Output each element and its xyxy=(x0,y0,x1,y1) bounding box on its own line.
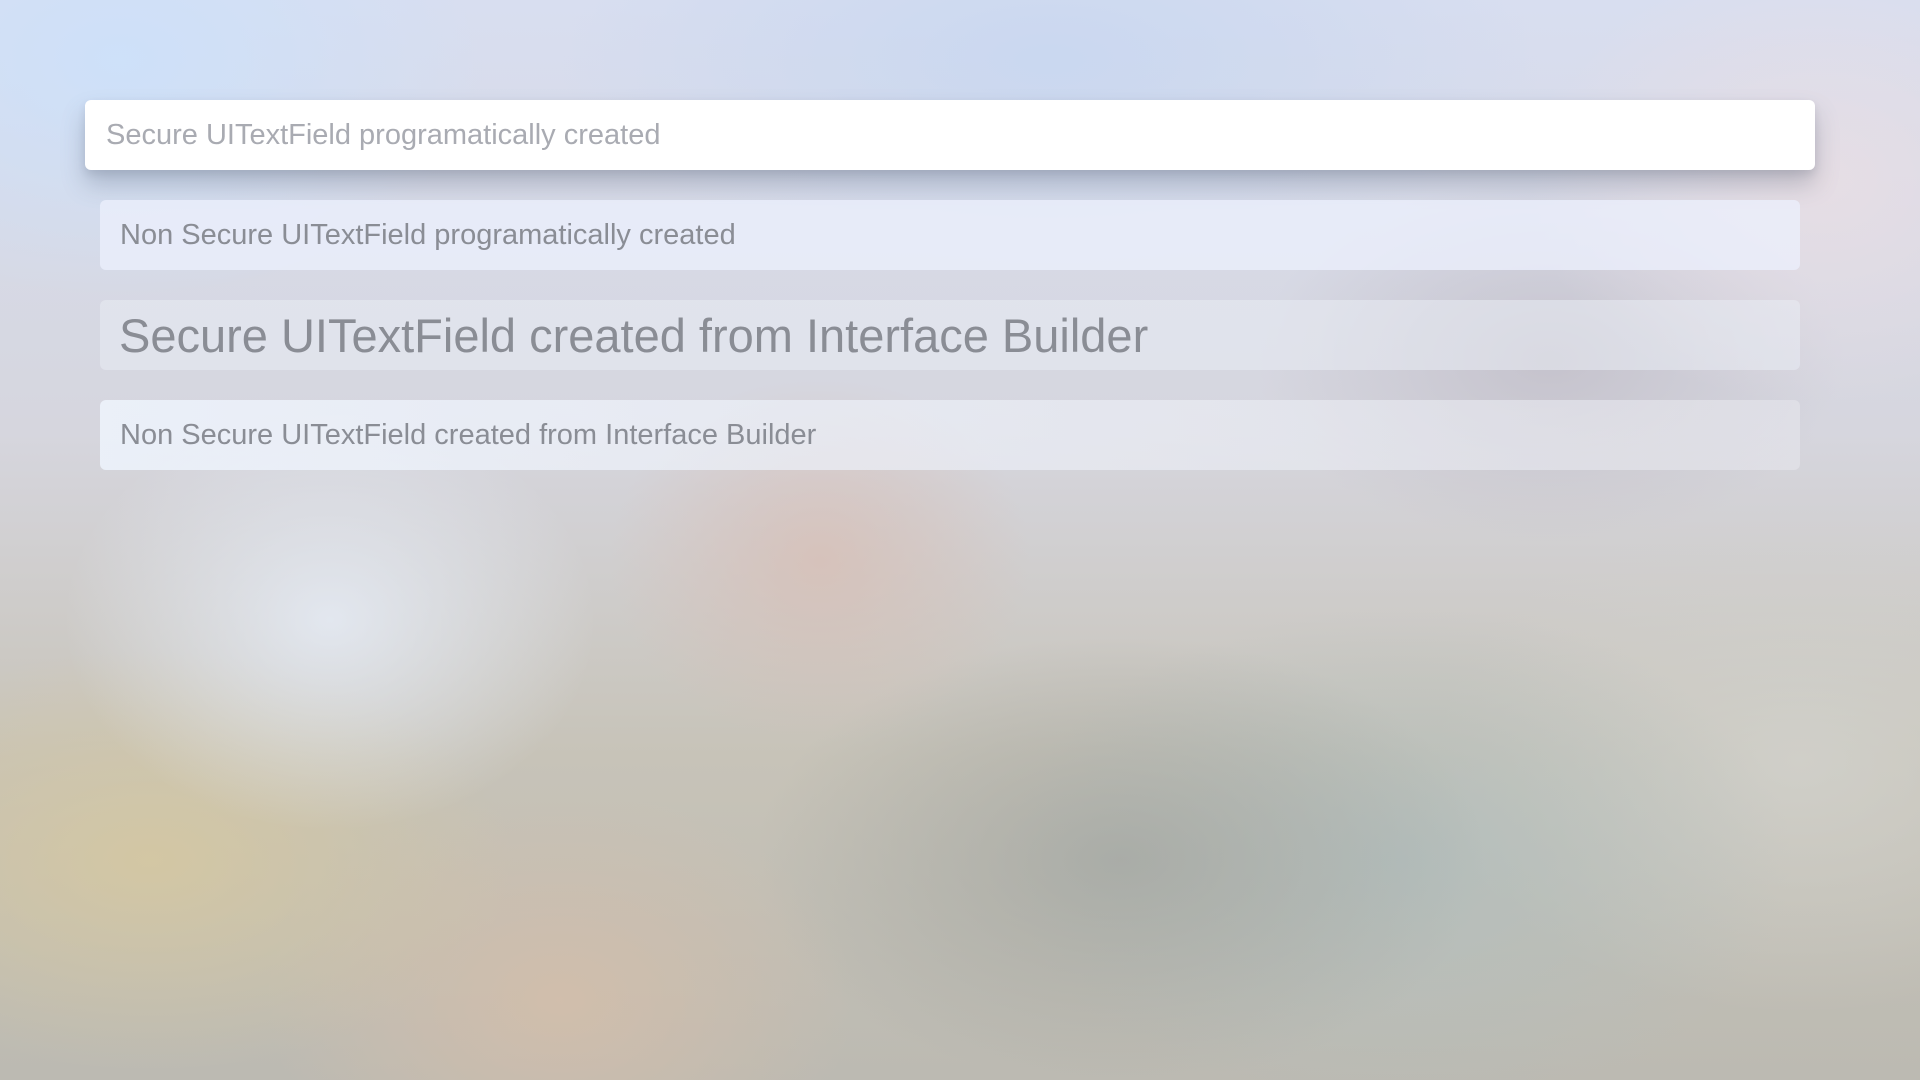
secure-interface-builder-text-field[interactable]: Secure UITextField created from Interfac… xyxy=(100,300,1800,370)
non-secure-programmatic-text-field[interactable]: Non Secure UITextField programatically c… xyxy=(100,200,1800,270)
field-placeholder: Non Secure UITextField created from Inte… xyxy=(120,418,817,451)
field-placeholder: Secure UITextField created from Interfac… xyxy=(119,308,1149,362)
secure-programmatic-text-field[interactable]: Secure UITextField programatically creat… xyxy=(85,100,1815,170)
field-placeholder: Secure UITextField programatically creat… xyxy=(106,118,661,151)
text-field-form: Secure UITextField programatically creat… xyxy=(0,0,1920,1080)
non-secure-interface-builder-text-field[interactable]: Non Secure UITextField created from Inte… xyxy=(100,400,1800,470)
field-placeholder: Non Secure UITextField programatically c… xyxy=(120,218,736,251)
